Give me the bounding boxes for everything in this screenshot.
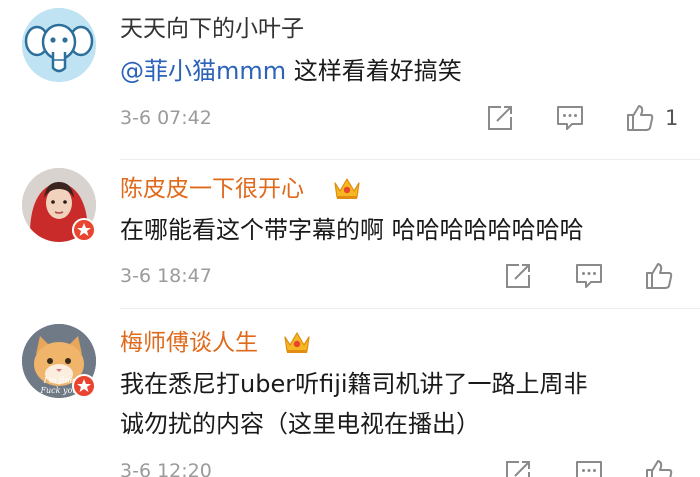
thumbs-up-icon bbox=[646, 460, 673, 477]
share-button[interactable] bbox=[503, 458, 533, 477]
mention-link[interactable]: @菲小猫mmm bbox=[120, 57, 286, 85]
like-button[interactable] bbox=[644, 261, 674, 291]
comment-button[interactable] bbox=[574, 261, 604, 291]
thumbs-up-icon bbox=[646, 263, 673, 289]
share-button[interactable] bbox=[485, 103, 515, 133]
timestamp: 3-6 07:42 bbox=[120, 107, 212, 129]
comment-text-line1: 我在悉尼打uber听fiji籍司机讲了一路上周非 bbox=[120, 370, 588, 398]
like-button[interactable] bbox=[644, 458, 674, 477]
comment-item: 陈皮皮一下很开心 在哪能看这个带字幕的啊 哈哈哈哈哈哈哈哈 3-6 18:47 bbox=[0, 160, 700, 310]
like-count: 1 bbox=[665, 106, 679, 130]
comment-icon bbox=[576, 461, 602, 477]
username[interactable]: 梅师傅谈人生 bbox=[120, 328, 258, 358]
username[interactable]: 天天向下的小叶子 bbox=[120, 14, 304, 44]
username[interactable]: 陈皮皮一下很开心 bbox=[120, 174, 304, 204]
thumbs-up-icon bbox=[627, 105, 654, 131]
like-button[interactable] bbox=[625, 103, 655, 133]
comment-button[interactable] bbox=[574, 458, 604, 477]
comment-text: 在哪能看这个带字幕的啊 哈哈哈哈哈哈哈哈 bbox=[120, 216, 584, 244]
comment-list: 天天向下的小叶子 @菲小猫mmm 这样看着好搞笑 3-6 07:42 1 陈皮皮… bbox=[0, 0, 700, 477]
vip-crown-icon bbox=[282, 329, 312, 355]
share-icon bbox=[506, 264, 530, 288]
star-icon bbox=[77, 223, 91, 236]
comment-item: I'm fine Fuck you 梅师傅谈人生 我在悉尼打uber听fiji籍… bbox=[0, 310, 700, 477]
elephant-icon bbox=[22, 8, 96, 82]
share-button[interactable] bbox=[503, 261, 533, 291]
comment-text: @菲小猫mmm 这样看着好搞笑 bbox=[120, 53, 462, 89]
vip-crown-icon bbox=[332, 175, 362, 201]
comment-body: 这样看着好搞笑 bbox=[293, 57, 462, 85]
avatar-caption-line1: I'm fine bbox=[43, 376, 75, 385]
comment-text-line2: 诚勿扰的内容（这里电视在播出） bbox=[120, 410, 480, 438]
share-icon bbox=[488, 106, 512, 130]
divider bbox=[120, 308, 700, 309]
share-icon bbox=[506, 461, 530, 477]
verified-badge bbox=[72, 374, 96, 398]
star-icon bbox=[77, 379, 91, 392]
comment-icon bbox=[576, 264, 602, 288]
timestamp: 3-6 12:20 bbox=[120, 460, 212, 477]
avatar[interactable] bbox=[22, 8, 96, 82]
timestamp: 3-6 18:47 bbox=[120, 265, 212, 287]
comment-item: 天天向下的小叶子 @菲小猫mmm 这样看着好搞笑 3-6 07:42 1 bbox=[0, 0, 700, 160]
comment-button[interactable] bbox=[555, 103, 585, 133]
verified-badge bbox=[72, 218, 96, 242]
comment-icon bbox=[557, 106, 583, 130]
